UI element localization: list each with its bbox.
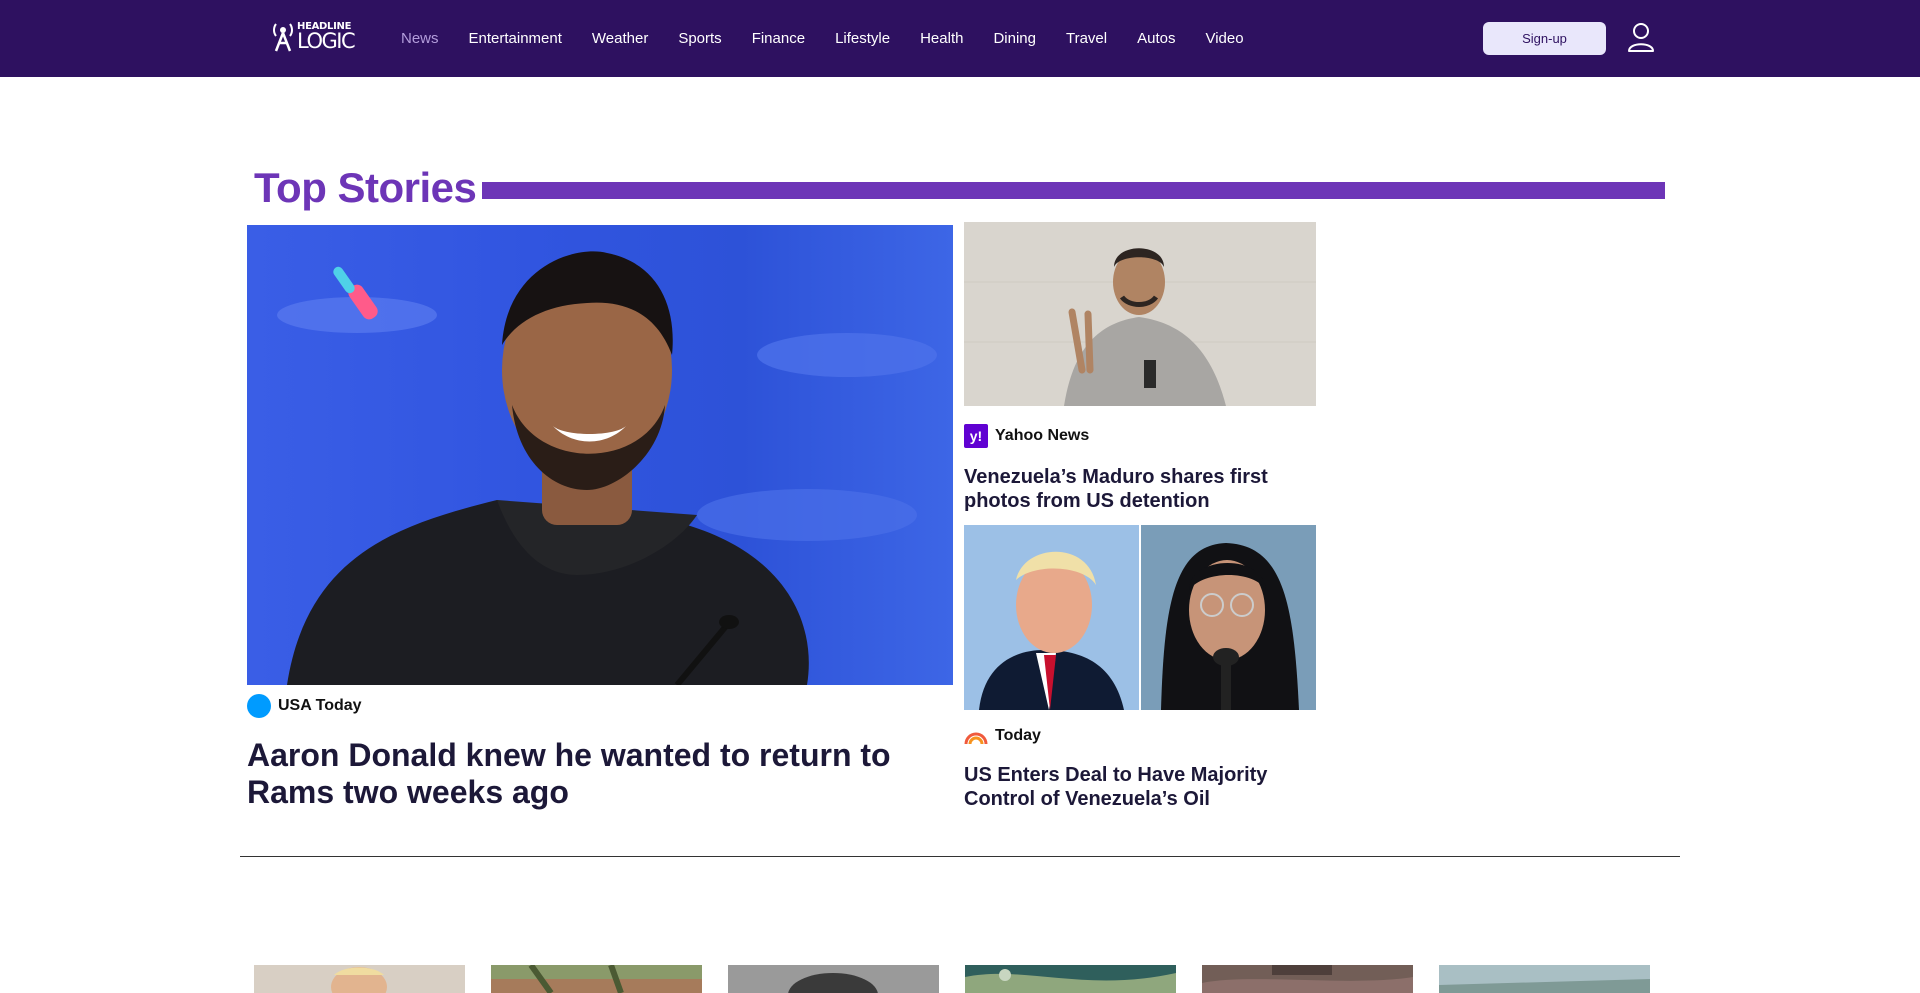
thumbnail-3-illustration	[728, 965, 939, 993]
thumbnail-6-illustration	[1439, 965, 1650, 993]
side-story-1-headline[interactable]: Venezuela’s Maduro shares first photos f…	[964, 465, 1316, 513]
section-title-bar	[482, 182, 1665, 199]
side-story-2-image[interactable]	[964, 525, 1316, 710]
today-logo-icon	[964, 732, 988, 745]
usa-today-logo-icon	[247, 694, 271, 718]
lead-story-source[interactable]: USA Today	[247, 694, 362, 718]
side-photo-2-illustration	[964, 525, 1316, 710]
nav-item-weather[interactable]: Weather	[592, 30, 648, 47]
thumbnail-3[interactable]	[728, 965, 939, 993]
source-name: Yahoo News	[995, 427, 1090, 444]
main-nav: News Entertainment Weather Sports Financ…	[401, 0, 1274, 77]
nav-item-autos[interactable]: Autos	[1137, 30, 1175, 47]
logo-wordmark: HEADLINE LOGIC	[297, 22, 356, 53]
site-header: HEADLINE LOGIC News Entertainment Weathe…	[0, 0, 1920, 77]
section-divider	[240, 856, 1680, 857]
thumbnail-4[interactable]	[965, 965, 1176, 993]
nav-item-dining[interactable]: Dining	[993, 30, 1036, 47]
site-logo[interactable]: HEADLINE LOGIC	[272, 20, 364, 54]
thumbnail-1-illustration	[254, 965, 465, 993]
thumbnail-5[interactable]	[1202, 965, 1413, 993]
lead-story-image[interactable]	[247, 225, 953, 685]
nav-item-entertainment[interactable]: Entertainment	[469, 30, 562, 47]
lead-photo-illustration	[277, 251, 937, 685]
side-story-1-source[interactable]: y! Yahoo News	[964, 424, 1089, 448]
side-story-2-source[interactable]: Today	[964, 724, 1041, 748]
logo-line2: LOGIC	[297, 29, 356, 53]
nav-item-sports[interactable]: Sports	[678, 30, 721, 47]
section-title: Top Stories	[254, 164, 477, 211]
nav-item-news[interactable]: News	[401, 30, 439, 47]
user-icon[interactable]	[1627, 22, 1655, 52]
side-photo-1-illustration	[964, 222, 1316, 406]
signup-button[interactable]: Sign-up	[1483, 22, 1606, 55]
nav-item-health[interactable]: Health	[920, 30, 963, 47]
source-name: USA Today	[278, 697, 362, 714]
side-story-2-headline[interactable]: US Enters Deal to Have Majority Control …	[964, 763, 1316, 811]
source-name: Today	[995, 727, 1041, 744]
thumbnail-1[interactable]	[254, 965, 465, 993]
nav-item-video[interactable]: Video	[1205, 30, 1243, 47]
yahoo-logo-icon: y!	[964, 424, 988, 448]
thumbnail-2[interactable]	[491, 965, 702, 993]
nav-item-finance[interactable]: Finance	[752, 30, 805, 47]
side-story-1-image[interactable]	[964, 222, 1316, 406]
radio-tower-icon	[273, 23, 293, 52]
thumbnail-2-illustration	[491, 965, 702, 993]
nav-item-lifestyle[interactable]: Lifestyle	[835, 30, 890, 47]
thumbnail-5-illustration	[1202, 965, 1413, 993]
nav-item-travel[interactable]: Travel	[1066, 30, 1107, 47]
lead-story-headline[interactable]: Aaron Donald knew he wanted to return to…	[247, 737, 947, 811]
thumbnail-4-illustration	[965, 965, 1176, 993]
thumbnail-6[interactable]	[1439, 965, 1650, 993]
